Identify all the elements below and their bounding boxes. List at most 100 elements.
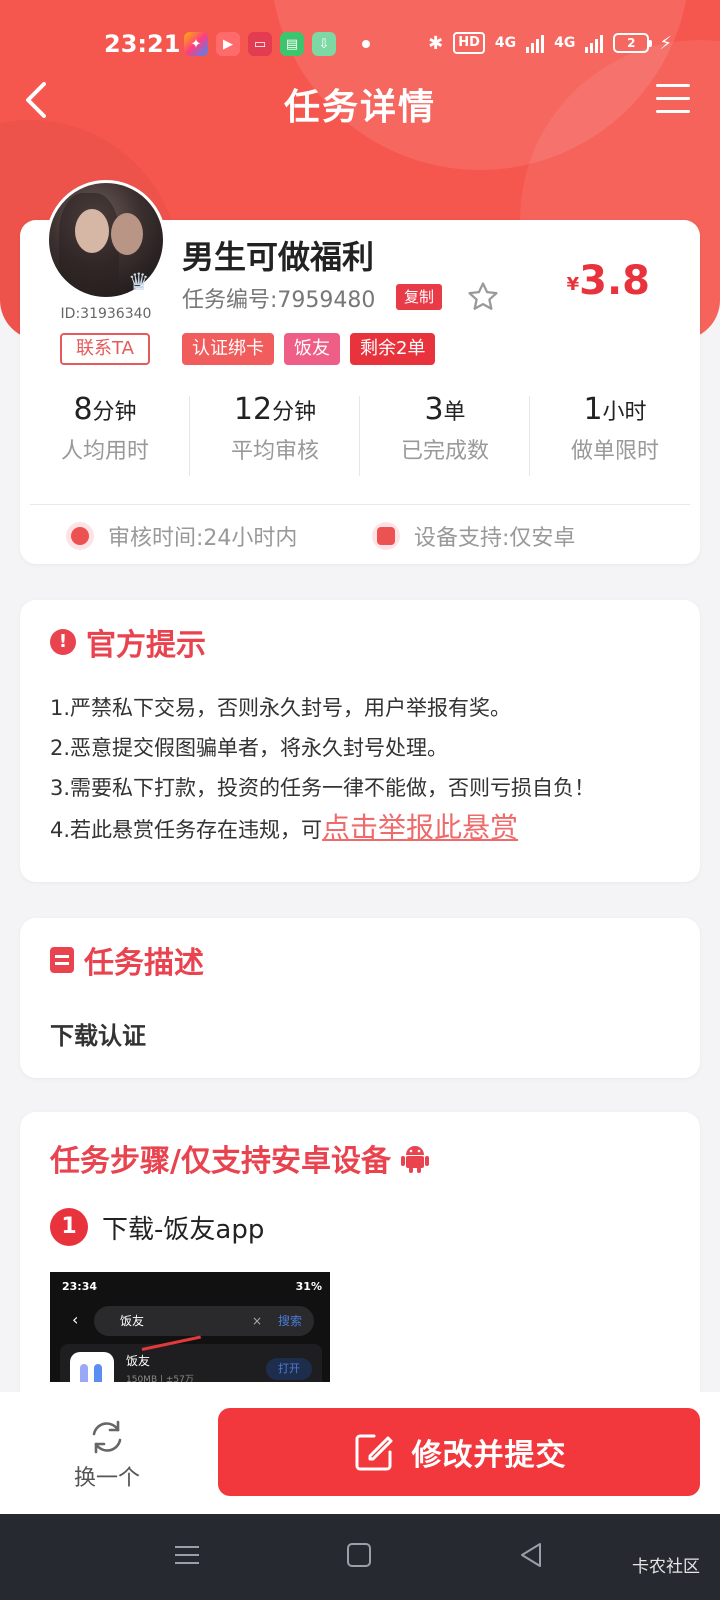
description-title: 任务描述 (84, 946, 204, 981)
home-icon[interactable] (344, 1540, 374, 1570)
price-currency: ¥ (566, 274, 580, 295)
screenshot-app-icon (70, 1352, 114, 1382)
task-tags: 认证绑卡 饭友 剩余2单 (182, 333, 436, 365)
recorder-app-icon: ▭ (248, 32, 272, 56)
status-app-icons: ✦ ▶ ▭ ▤ ⇩ (184, 32, 370, 56)
official-notice-card: ! 官方提示 1.严禁私下交易，否则永久封号，用户举报有奖。 2.恶意提交假图骗… (20, 600, 700, 882)
step-item: 1 下载-饭友app (50, 1208, 264, 1246)
review-stamp-icon (66, 522, 94, 550)
task-price: ¥3.8 (567, 258, 650, 304)
screenshot-search-button: 搜索 (277, 1314, 302, 1328)
back-triangle-icon[interactable] (516, 1540, 546, 1570)
step-text: 下载-饭友app (102, 1214, 265, 1245)
price-value: 3.8 (579, 258, 650, 304)
screenshot-query: 饭友 (120, 1314, 145, 1328)
submit-label: 修改并提交 (411, 1438, 567, 1473)
stat-label: 人均用时 (60, 439, 149, 464)
signal-icon-2 (585, 33, 604, 53)
notice-title-row: ! 官方提示 (50, 620, 206, 664)
screenshot-app-row: 饭友 150MB | ±57万 打开 (60, 1344, 322, 1382)
screenshot-clear-icon: × (251, 1314, 262, 1328)
stat-unit: 小时 (602, 400, 647, 425)
stat-value: 3 (424, 392, 444, 427)
photos-app-icon: ✦ (184, 32, 208, 56)
stat-avg-time: 8分钟 人均用时 (20, 392, 190, 482)
device-support-text: 设备支持:仅安卓 (414, 526, 576, 551)
contact-button[interactable]: 联系TA (60, 333, 150, 365)
chat-app-icon: ▤ (280, 32, 304, 56)
refresh-icon (88, 1418, 126, 1456)
device-support-row: 设备支持:仅安卓 (372, 520, 575, 552)
screenshot-back-icon: ‹ (72, 1310, 79, 1329)
copy-button[interactable]: 复制 (396, 284, 443, 310)
net1-label: 4G (494, 35, 517, 51)
stat-unit: 分钟 (92, 400, 137, 425)
swap-task-button[interactable]: 换一个 (62, 1418, 152, 1492)
bottom-action-bar: 换一个 修改并提交 (0, 1392, 720, 1514)
watermark-text: 卡农社区 (632, 1557, 700, 1577)
tag-app-name: 饭友 (284, 333, 340, 365)
stat-label: 做单限时 (570, 439, 659, 464)
phone-device-icon (372, 522, 400, 550)
hd-icon: HD (453, 32, 485, 54)
notice-rules: 1.严禁私下交易，否则永久封号，用户举报有奖。 2.恶意提交假图骗单者，将永久封… (50, 688, 595, 850)
steps-title: 任务步骤/仅支持安卓设备 (50, 1144, 391, 1179)
rule4-prefix: 4.若此悬赏任务存在违规，可 (50, 818, 323, 842)
stat-avg-review: 12分钟 平均审核 (190, 392, 360, 482)
tag-verify-card: 认证绑卡 (182, 333, 274, 365)
tag-remaining: 剩余2单 (350, 333, 436, 365)
screenshot-search-bar: 饭友 × 搜索 (94, 1306, 314, 1336)
favorite-star-icon[interactable] (466, 280, 500, 314)
stat-label: 平均审核 (230, 439, 319, 464)
screenshot-battery: 31% (295, 1280, 322, 1293)
status-time: 23:21 (104, 30, 181, 58)
steps-title-row: 任务步骤/仅支持安卓设备 (50, 1136, 429, 1180)
stat-completed: 3单 已完成数 (360, 392, 530, 482)
document-icon (50, 947, 74, 973)
rule-item: 2.恶意提交假图骗单者，将永久封号处理。 (50, 736, 449, 760)
task-title: 男生可做福利 (182, 238, 375, 276)
download-icon: ⇩ (312, 32, 336, 56)
rule-item: 3.需要私下打款，投资的任务一律不能做，否则亏损自负！ (50, 776, 596, 800)
screenshot-open-button: 打开 (266, 1358, 312, 1380)
android-icon (400, 1143, 429, 1173)
review-time-text: 审核时间:24小时内 (108, 526, 298, 551)
submit-button[interactable]: 修改并提交 (218, 1408, 700, 1496)
report-link[interactable]: 点击举报此悬赏 (322, 811, 518, 844)
recent-apps-icon[interactable] (172, 1540, 202, 1570)
stat-value: 8 (73, 392, 93, 427)
divider (30, 504, 690, 505)
task-steps-card: 任务步骤/仅支持安卓设备 1 下载-饭友app 23:34 31% ‹ 饭友 ×… (20, 1112, 700, 1402)
step-screenshot[interactable]: 23:34 31% ‹ 饭友 × 搜索 饭友 150MB | ±57万 打开 (50, 1272, 330, 1382)
stat-label: 已完成数 (400, 439, 489, 464)
menu-icon[interactable] (656, 84, 690, 114)
rule-item: 1.严禁私下交易，否则永久封号，用户举报有奖。 (50, 696, 512, 720)
stat-time-limit: 1小时 做单限时 (530, 392, 700, 482)
notice-title: 官方提示 (86, 628, 206, 663)
alert-icon: ! (50, 629, 76, 655)
rule-item: 4.若此悬赏任务存在违规，可点击举报此悬赏 (50, 808, 595, 850)
top-nav: 任务详情 (0, 70, 720, 130)
status-indicators: ✱ HD 4G 4G 2 ⚡ (428, 32, 672, 54)
system-nav-bar: 卡农社区 (0, 1514, 720, 1600)
bluetooth-icon: ✱ (428, 32, 444, 54)
user-id: ID:31936340 (60, 306, 152, 322)
page-title: 任务详情 (283, 87, 436, 128)
stat-value: 12 (233, 392, 273, 427)
video-app-icon: ▶ (216, 32, 240, 56)
charging-icon: ⚡ (659, 32, 672, 54)
notification-dot (362, 40, 370, 48)
screenshot-time: 23:34 (62, 1280, 98, 1293)
net2-label: 4G (554, 35, 576, 51)
screenshot-app-name: 饭友 (126, 1354, 151, 1368)
status-bar: 23:21 ✦ ▶ ▭ ▤ ⇩ ✱ HD 4G 4G 2 ⚡ (0, 26, 720, 66)
swap-label: 换一个 (73, 1466, 140, 1491)
battery-icon: 2 (613, 33, 653, 53)
description-title-row: 任务描述 (50, 938, 204, 982)
crown-icon: ♛ (128, 268, 150, 296)
task-number: 任务编号:7959480 (182, 288, 376, 313)
signal-icon (526, 33, 545, 53)
description-text: 下载认证 (50, 1022, 146, 1050)
task-stats: 8分钟 人均用时 12分钟 平均审核 3单 已完成数 1小时 做单限时 (20, 392, 700, 482)
edit-icon (352, 1430, 396, 1474)
